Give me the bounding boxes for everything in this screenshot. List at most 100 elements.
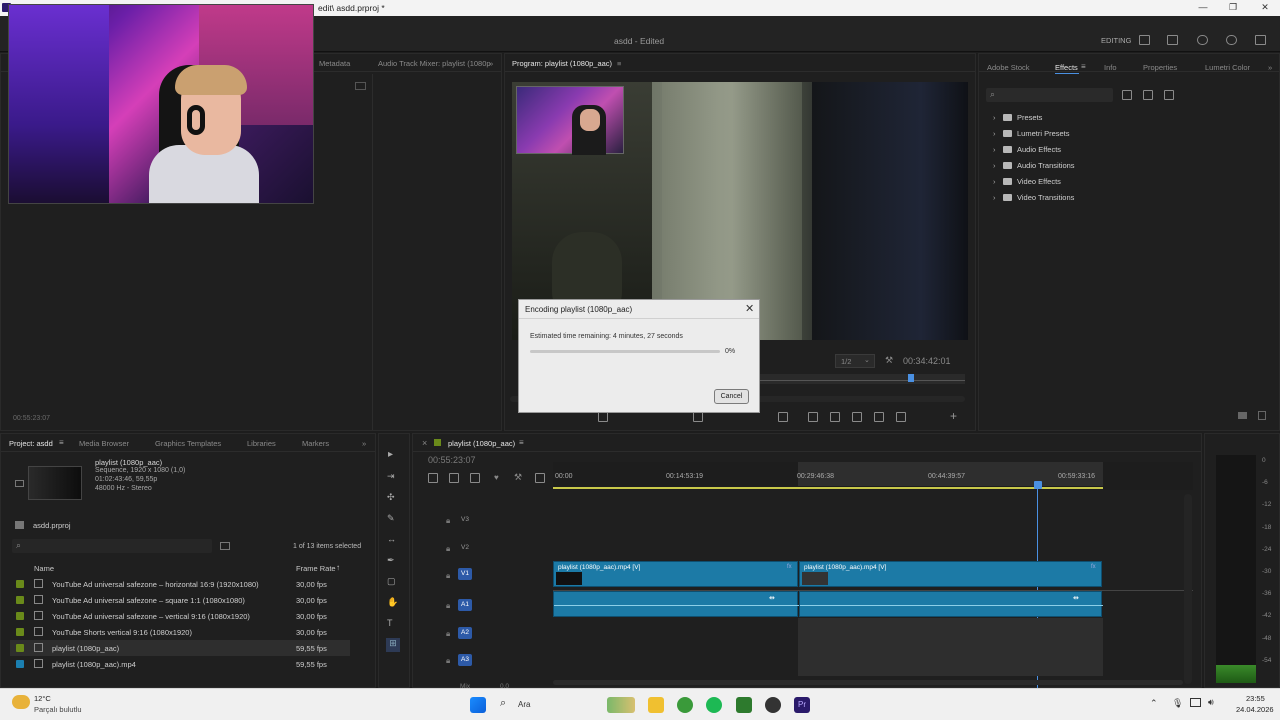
effects-item-video-transitions[interactable]: › Video Transitions	[993, 193, 1074, 202]
trash-icon[interactable]	[1258, 411, 1266, 420]
effects-overflow[interactable]: »	[1268, 63, 1272, 72]
project-list-item[interactable]: playlist (1080p_aac) 59,55 fps	[10, 640, 350, 656]
tab-lumetri-color[interactable]: Lumetri Color	[1205, 63, 1250, 72]
cancel-button[interactable]: Cancel	[714, 389, 749, 404]
project-overflow[interactable]: »	[362, 439, 366, 448]
razor-tool-icon[interactable]: ✎	[387, 513, 395, 524]
audio-clip[interactable]: ⇹	[553, 591, 799, 617]
effects-item-audio-transitions[interactable]: › Audio Transitions	[993, 161, 1075, 170]
tab-media-browser[interactable]: Media Browser	[79, 439, 129, 448]
tab-properties[interactable]: Properties	[1143, 63, 1177, 72]
accelerated-effects-icon[interactable]	[1122, 90, 1132, 100]
volume-icon[interactable]: 🔊︎	[1208, 697, 1214, 708]
spotify-icon[interactable]	[706, 697, 722, 713]
video-clip[interactable]: playlist (1080p_aac).mp4 [V] fx	[553, 561, 798, 587]
add-marker-icon[interactable]: ♥	[494, 473, 499, 482]
effects-item-video-effects[interactable]: › Video Effects	[993, 177, 1061, 186]
lock-icon[interactable]: 🔒︎	[446, 601, 450, 611]
fullscreen-icon[interactable]	[1255, 35, 1266, 45]
tab-project[interactable]: Project: asdd	[9, 439, 53, 448]
maximize-button[interactable]: ❐	[1218, 2, 1248, 14]
video-clip[interactable]: playlist (1080p_aac).mp4 [V] fx	[799, 561, 1102, 587]
project-search-input[interactable]: ⌕	[12, 539, 212, 553]
hand-tool-icon[interactable]: ✋	[387, 597, 398, 608]
linked-selection-icon[interactable]	[470, 473, 480, 483]
type-tool-icon[interactable]: T	[387, 618, 393, 628]
timeline-playhead-handle[interactable]	[1034, 481, 1042, 489]
effects-item-lumetri-presets[interactable]: › Lumetri Presets	[993, 129, 1070, 138]
project-list-item[interactable]: YouTube Ad universal safezone – horizont…	[10, 576, 350, 592]
tab-audio-track-mixer[interactable]: Audio Track Mixer: playlist (1080p	[378, 59, 491, 68]
project-list-item[interactable]: YouTube Shorts vertical 9:16 (1080x1920)…	[10, 624, 350, 640]
network-icon[interactable]	[1190, 698, 1201, 707]
search-icon[interactable]	[1226, 35, 1237, 45]
snap-icon[interactable]	[449, 473, 459, 483]
comparison-icon[interactable]	[874, 412, 884, 422]
close-sequence-icon[interactable]: ×	[422, 438, 427, 448]
audio-clip[interactable]: ⇹	[799, 591, 1103, 617]
minecraft-icon[interactable]	[736, 697, 752, 713]
timeline-vertical-scrollbar[interactable]	[1184, 494, 1192, 684]
find-bin-icon[interactable]	[220, 542, 230, 550]
clock-time[interactable]: 23:55	[1246, 694, 1265, 703]
track-v3[interactable]: V3	[458, 514, 472, 526]
windows-start-icon[interactable]	[470, 697, 486, 713]
effects-item-audio-effects[interactable]: › Audio Effects	[993, 145, 1061, 154]
pen-tool-icon[interactable]: ✒	[387, 555, 395, 566]
chrome-icon[interactable]	[677, 697, 693, 713]
lift-icon[interactable]	[808, 412, 818, 422]
effects-item-presets[interactable]: › Presets	[993, 113, 1042, 122]
program-menu-icon[interactable]: ≡	[617, 59, 621, 68]
nest-icon[interactable]	[428, 473, 438, 483]
timeline-menu-icon[interactable]: ≡	[519, 438, 524, 447]
rectangle-tool-icon[interactable]: ▢	[387, 576, 396, 587]
add-button-icon[interactable]: +	[950, 409, 957, 423]
project-list-item[interactable]: YouTube Ad universal safezone – vertical…	[10, 608, 350, 624]
lock-icon[interactable]: 🔒︎	[446, 571, 450, 581]
wrench-icon[interactable]: ⚒	[514, 472, 522, 483]
weather-temperature[interactable]: 12°C	[34, 694, 51, 703]
taskbar-search[interactable]: ⌕ Ara	[496, 696, 606, 714]
chevron-up-icon[interactable]: ⌃	[1150, 698, 1158, 709]
sort-arrow-icon[interactable]: ↑	[336, 563, 340, 572]
column-name-header[interactable]: Name	[34, 564, 54, 573]
tab-markers[interactable]: Markers	[302, 439, 329, 448]
weather-description[interactable]: Parçalı bulutlu	[34, 705, 82, 714]
panel-overflow-button[interactable]: »	[489, 59, 493, 68]
playhead[interactable]	[908, 374, 914, 382]
tab-effects[interactable]: Effects	[1055, 63, 1078, 72]
lock-icon[interactable]: 🔒︎	[446, 516, 450, 526]
captions-tool-icon[interactable]: ⊞	[386, 638, 400, 652]
track-a3[interactable]: A3	[458, 654, 472, 666]
file-explorer-icon[interactable]	[648, 697, 664, 713]
camera-icon[interactable]	[852, 412, 862, 422]
track-a2[interactable]: A2	[458, 627, 472, 639]
tab-adobe-stock[interactable]: Adobe Stock	[987, 63, 1030, 72]
timeline-horizontal-scrollbar[interactable]	[553, 680, 1183, 685]
yuv-effects-icon[interactable]	[1164, 90, 1174, 100]
obs-icon[interactable]	[765, 697, 781, 713]
clock-date[interactable]: 24.04.2026	[1236, 705, 1274, 714]
weather-icon[interactable]	[12, 695, 30, 709]
zoom-select[interactable]: 1/2 ⌄	[835, 354, 875, 368]
tab-timeline-sequence[interactable]: playlist (1080p_aac)	[448, 439, 515, 448]
timeline-timecode[interactable]: 00:55:23:07	[428, 455, 476, 465]
new-bin-icon[interactable]	[1238, 412, 1247, 419]
close-button[interactable]: ✕	[1250, 2, 1280, 14]
panel-settings-icon[interactable]	[355, 82, 366, 90]
captions-icon[interactable]	[535, 473, 545, 483]
slip-tool-icon[interactable]: ↔	[387, 534, 396, 544]
tab-info[interactable]: Info	[1104, 63, 1117, 72]
effects-search-input[interactable]: ⌕	[986, 88, 1113, 102]
project-list-item[interactable]: YouTube Ad universal safezone – square 1…	[10, 592, 350, 608]
step-forward-icon[interactable]	[778, 412, 788, 422]
premiere-pro-icon[interactable]: Pr	[794, 697, 810, 713]
settings-icon[interactable]	[896, 412, 906, 422]
microphone-icon[interactable]: 🎙︎	[1172, 698, 1183, 709]
column-frame-rate-header[interactable]: Frame Rate	[296, 564, 336, 573]
tab-metadata[interactable]: Metadata	[319, 59, 350, 68]
lock-icon[interactable]: 🔒︎	[446, 629, 450, 639]
track-select-tool-icon[interactable]: ⇥	[387, 471, 395, 482]
lock-icon[interactable]: 🔒︎	[446, 544, 450, 554]
workspace-mode[interactable]: EDITING	[1101, 36, 1131, 45]
